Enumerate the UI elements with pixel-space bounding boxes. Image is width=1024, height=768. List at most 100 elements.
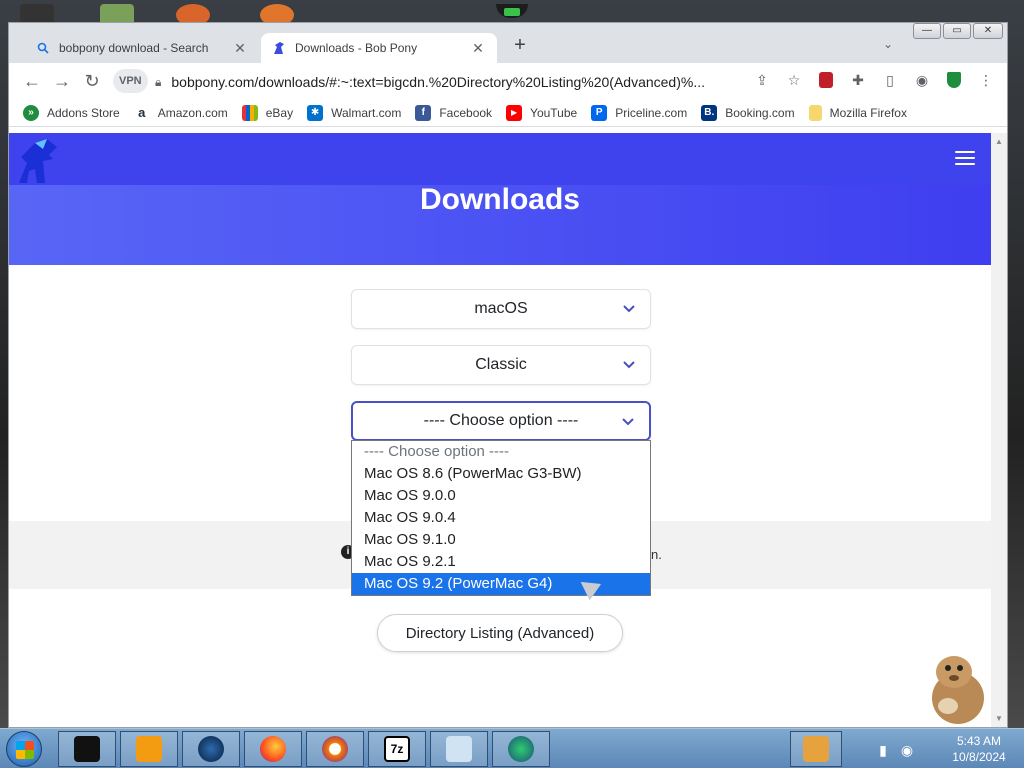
notepad-icon: [446, 736, 472, 762]
folder-icon: [808, 104, 822, 121]
taskbar-pinned-apps[interactable]: [790, 731, 842, 767]
close-window-button[interactable]: ✕: [973, 23, 1003, 39]
taskbar-media-player[interactable]: [120, 731, 178, 767]
bookmark-youtube[interactable]: ▶ YouTube: [506, 104, 578, 121]
lock-icon[interactable]: 🔒︎: [155, 75, 161, 90]
network-icon[interactable]: ▮: [870, 737, 896, 763]
url-text[interactable]: bobpony.com/downloads/#:~:text=bigcdn.%2…: [171, 74, 705, 90]
version-select-value: ---- Choose option ----: [423, 412, 579, 429]
bookmark-label: Mozilla Firefox: [829, 105, 907, 120]
page-content: Downloads macOS Classic ---- Choose opti…: [9, 133, 991, 727]
bookmark-label: Booking.com: [725, 105, 795, 120]
taskbar-firefox[interactable]: [244, 731, 302, 767]
firefox-icon: [260, 736, 286, 762]
taskbar-avast-browser[interactable]: [306, 731, 364, 767]
app-group-icon: [803, 736, 829, 762]
chevron-down-icon: [622, 301, 636, 318]
tab-label: Downloads - Bob Pony: [295, 41, 418, 55]
profile-icon[interactable]: ◉: [909, 67, 935, 93]
tab-downloads[interactable]: Downloads - Bob Pony ✕: [261, 33, 497, 63]
page-title: Downloads: [419, 183, 580, 216]
ebay-icon: [241, 104, 258, 121]
close-tab-icon[interactable]: ✕: [469, 40, 487, 57]
bookmark-booking[interactable]: B. Booking.com: [701, 104, 795, 121]
hero-banner: Downloads: [9, 133, 991, 265]
tab-strip: bobpony download - Search ✕ Downloads - …: [9, 23, 1007, 63]
bookmark-star-icon[interactable]: ☆: [781, 67, 807, 93]
youtube-icon: ▶: [506, 104, 523, 121]
family-select[interactable]: Classic: [351, 345, 651, 385]
minimize-button[interactable]: —: [913, 23, 941, 39]
forward-arrow-icon[interactable]: →: [47, 66, 77, 96]
scroll-up-icon[interactable]: ▲: [995, 137, 1003, 146]
page-scrollbar[interactable]: ▲ ▼: [991, 133, 1007, 727]
globe-icon: [198, 736, 224, 762]
menu-kebab-icon[interactable]: ⋮: [973, 67, 999, 93]
walmart-icon: ✱: [307, 104, 324, 121]
info-text: n.: [651, 547, 662, 562]
directory-listing-button[interactable]: Directory Listing (Advanced): [377, 614, 623, 652]
extensions-puzzle-icon[interactable]: ✚: [845, 67, 871, 93]
dropdown-option[interactable]: ---- Choose option ----: [352, 441, 650, 463]
start-button[interactable]: [6, 731, 42, 767]
back-arrow-icon[interactable]: ←: [17, 66, 47, 96]
booking-icon: B.: [701, 104, 718, 121]
dropdown-option-highlighted[interactable]: Mac OS 9.2 (PowerMac G4): [352, 573, 650, 595]
reload-icon[interactable]: ↻: [77, 66, 107, 96]
site-header: [9, 133, 991, 185]
clock-time: 5:43 AM: [956, 734, 1002, 748]
bookmark-folder-mozilla-firefox[interactable]: Mozilla Firefox: [808, 104, 907, 121]
addons-store-icon: »: [23, 104, 39, 121]
bookmark-label: Walmart.com: [331, 105, 402, 120]
bookmark-label: Addons Store: [47, 105, 120, 120]
tab-label: bobpony download - Search: [59, 41, 209, 55]
clock-date: 10/8/2024: [952, 750, 1006, 764]
address-bar[interactable]: 🔒︎ bobpony.com/downloads/#:~:text=bigcdn…: [155, 69, 805, 95]
bookmark-label: YouTube: [530, 105, 578, 120]
vpn-button[interactable]: VPN: [113, 69, 148, 93]
taskbar: 7z ▮ ◉ 5:43 AM 10/8/2024: [0, 728, 1024, 768]
version-select[interactable]: ---- Choose option ----: [351, 401, 651, 441]
bookmark-label: Priceline.com: [615, 105, 688, 120]
taskbar-7zip[interactable]: 7z: [368, 731, 426, 767]
close-tab-icon[interactable]: ✕: [231, 40, 249, 57]
taskbar-terminal[interactable]: [58, 731, 116, 767]
bookmark-amazon[interactable]: a Amazon.com: [133, 104, 228, 121]
taskbar-clock[interactable]: 5:43 AM 10/8/2024: [944, 733, 1014, 765]
os-select-value: macOS: [474, 300, 528, 317]
dropdown-option[interactable]: Mac OS 8.6 (PowerMac G3-BW): [352, 463, 650, 485]
shield-icon[interactable]: [941, 67, 967, 93]
bookmark-label: eBay: [265, 105, 294, 120]
navigation-toolbar: ← → ↻ VPN 🔒︎ bobpony.com/downloads/#:~:t…: [9, 63, 1007, 99]
gopher-mascot-icon: [932, 656, 984, 724]
taskbar-notepad[interactable]: [430, 731, 488, 767]
ublock-icon[interactable]: [813, 67, 839, 93]
os-select[interactable]: macOS: [351, 289, 651, 329]
bookmark-priceline[interactable]: P Priceline.com: [591, 104, 688, 121]
family-select-value: Classic: [475, 356, 527, 373]
maximize-button[interactable]: ▭: [943, 23, 971, 39]
new-tab-button[interactable]: +: [509, 35, 531, 57]
tab-search-chevron-icon[interactable]: ⌄: [883, 37, 893, 51]
dropdown-option[interactable]: Mac OS 9.1.0: [352, 529, 650, 551]
scroll-down-icon[interactable]: ▼: [995, 714, 1003, 723]
bookmark-addons-store[interactable]: » Addons Store: [23, 104, 120, 121]
hamburger-menu-icon[interactable]: [955, 151, 975, 169]
sidebar-icon[interactable]: ▯: [877, 67, 903, 93]
taskbar-download-manager[interactable]: [492, 731, 550, 767]
bookmarks-bar: » Addons Store a Amazon.com eBay ✱ Walmart.…: [9, 99, 1007, 127]
tab-search[interactable]: bobpony download - Search ✕: [25, 33, 259, 63]
share-icon[interactable]: ⇪: [749, 67, 775, 93]
bookmark-ebay[interactable]: eBay: [241, 104, 294, 121]
avast-browser-icon: [322, 736, 348, 762]
dropdown-option[interactable]: Mac OS 9.0.4: [352, 507, 650, 529]
dropdown-option[interactable]: Mac OS 9.0.0: [352, 485, 650, 507]
taskbar-globe[interactable]: [182, 731, 240, 767]
facebook-icon: f: [415, 104, 432, 121]
bobpony-logo-icon[interactable]: [13, 137, 59, 185]
bookmark-facebook[interactable]: f Facebook: [415, 104, 493, 121]
volume-icon[interactable]: ◉: [894, 737, 920, 763]
dropdown-option[interactable]: Mac OS 9.2.1: [352, 551, 650, 573]
bookmark-walmart[interactable]: ✱ Walmart.com: [307, 104, 402, 121]
bookmark-label: Facebook: [439, 105, 493, 120]
